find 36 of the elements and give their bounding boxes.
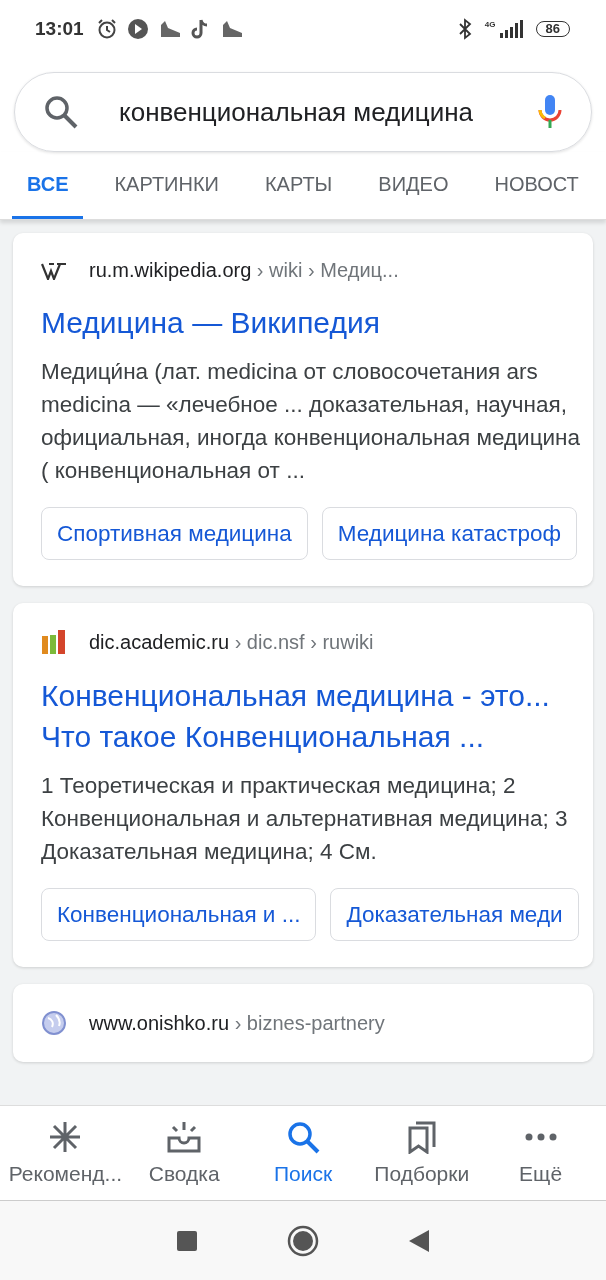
result-snippet: Медици́на (лат. medicina от словосочетания ars medicina — «лечебное ... доказательная, научная, официальная, иногда конвенциональная медицина ( конвенциональная от ... [41,358,582,485]
bluetooth-icon [456,18,473,40]
search-tab[interactable]: КАРТЫ [249,152,348,219]
nav-tab[interactable]: Подборки [362,1106,482,1200]
related-chip[interactable]: Спортивная медицина [41,507,308,560]
search-icon [43,94,79,130]
result-url[interactable]: ru.m.wikipedia.org › wiki › Медиц... [89,259,399,282]
search-tab[interactable]: НОВОСТ [479,152,594,219]
network-label: 4G [484,20,496,29]
related-chip[interactable]: Конвенциональная и ... [41,888,317,941]
nav-tab[interactable]: Ещё [481,1106,600,1200]
result-title-link[interactable]: Медицина — Википедия [41,302,593,343]
home-button-icon[interactable] [287,1224,319,1257]
signal-icon [497,20,524,38]
result-url[interactable]: www.onishko.ru › biznes-partnery [89,1011,385,1035]
nav-tab[interactable]: Сводка [124,1106,244,1200]
search-tab[interactable]: ВИДЕО [363,152,464,219]
inbox-icon [166,1120,203,1154]
search-icon [286,1120,320,1154]
status-time: 13:01 [35,18,84,40]
related-chip[interactable]: Медицина катастроф [321,507,578,560]
books-icon [41,629,67,655]
result-title-link[interactable]: Конвенциональная медицина - это... Что такое Конвенциональная ... [41,675,593,757]
result-snippet: 1 Теоретическая и практическая медицина; 2 Конвенциональная и альтернативная медицина; 3 Доказательная медицина; 4 См. [41,772,569,866]
search-tab[interactable]: КАРТИНКИ [99,152,234,219]
play-icon [126,18,149,40]
result-url[interactable]: dic.academic.ru › dic.nsf › ruwiki [89,630,374,654]
microphone-icon[interactable] [537,93,563,131]
asterisk-icon [48,1120,83,1154]
nav-tab[interactable]: Рекоменд... [6,1106,125,1200]
nav-tab[interactable]: Поиск [243,1106,363,1200]
bookmarks-icon [406,1120,437,1154]
recents-button-icon[interactable] [177,1230,197,1251]
related-chip[interactable]: Доказательная меди [330,888,579,941]
back-button-icon[interactable] [409,1229,429,1252]
more-dots-icon [524,1133,557,1141]
